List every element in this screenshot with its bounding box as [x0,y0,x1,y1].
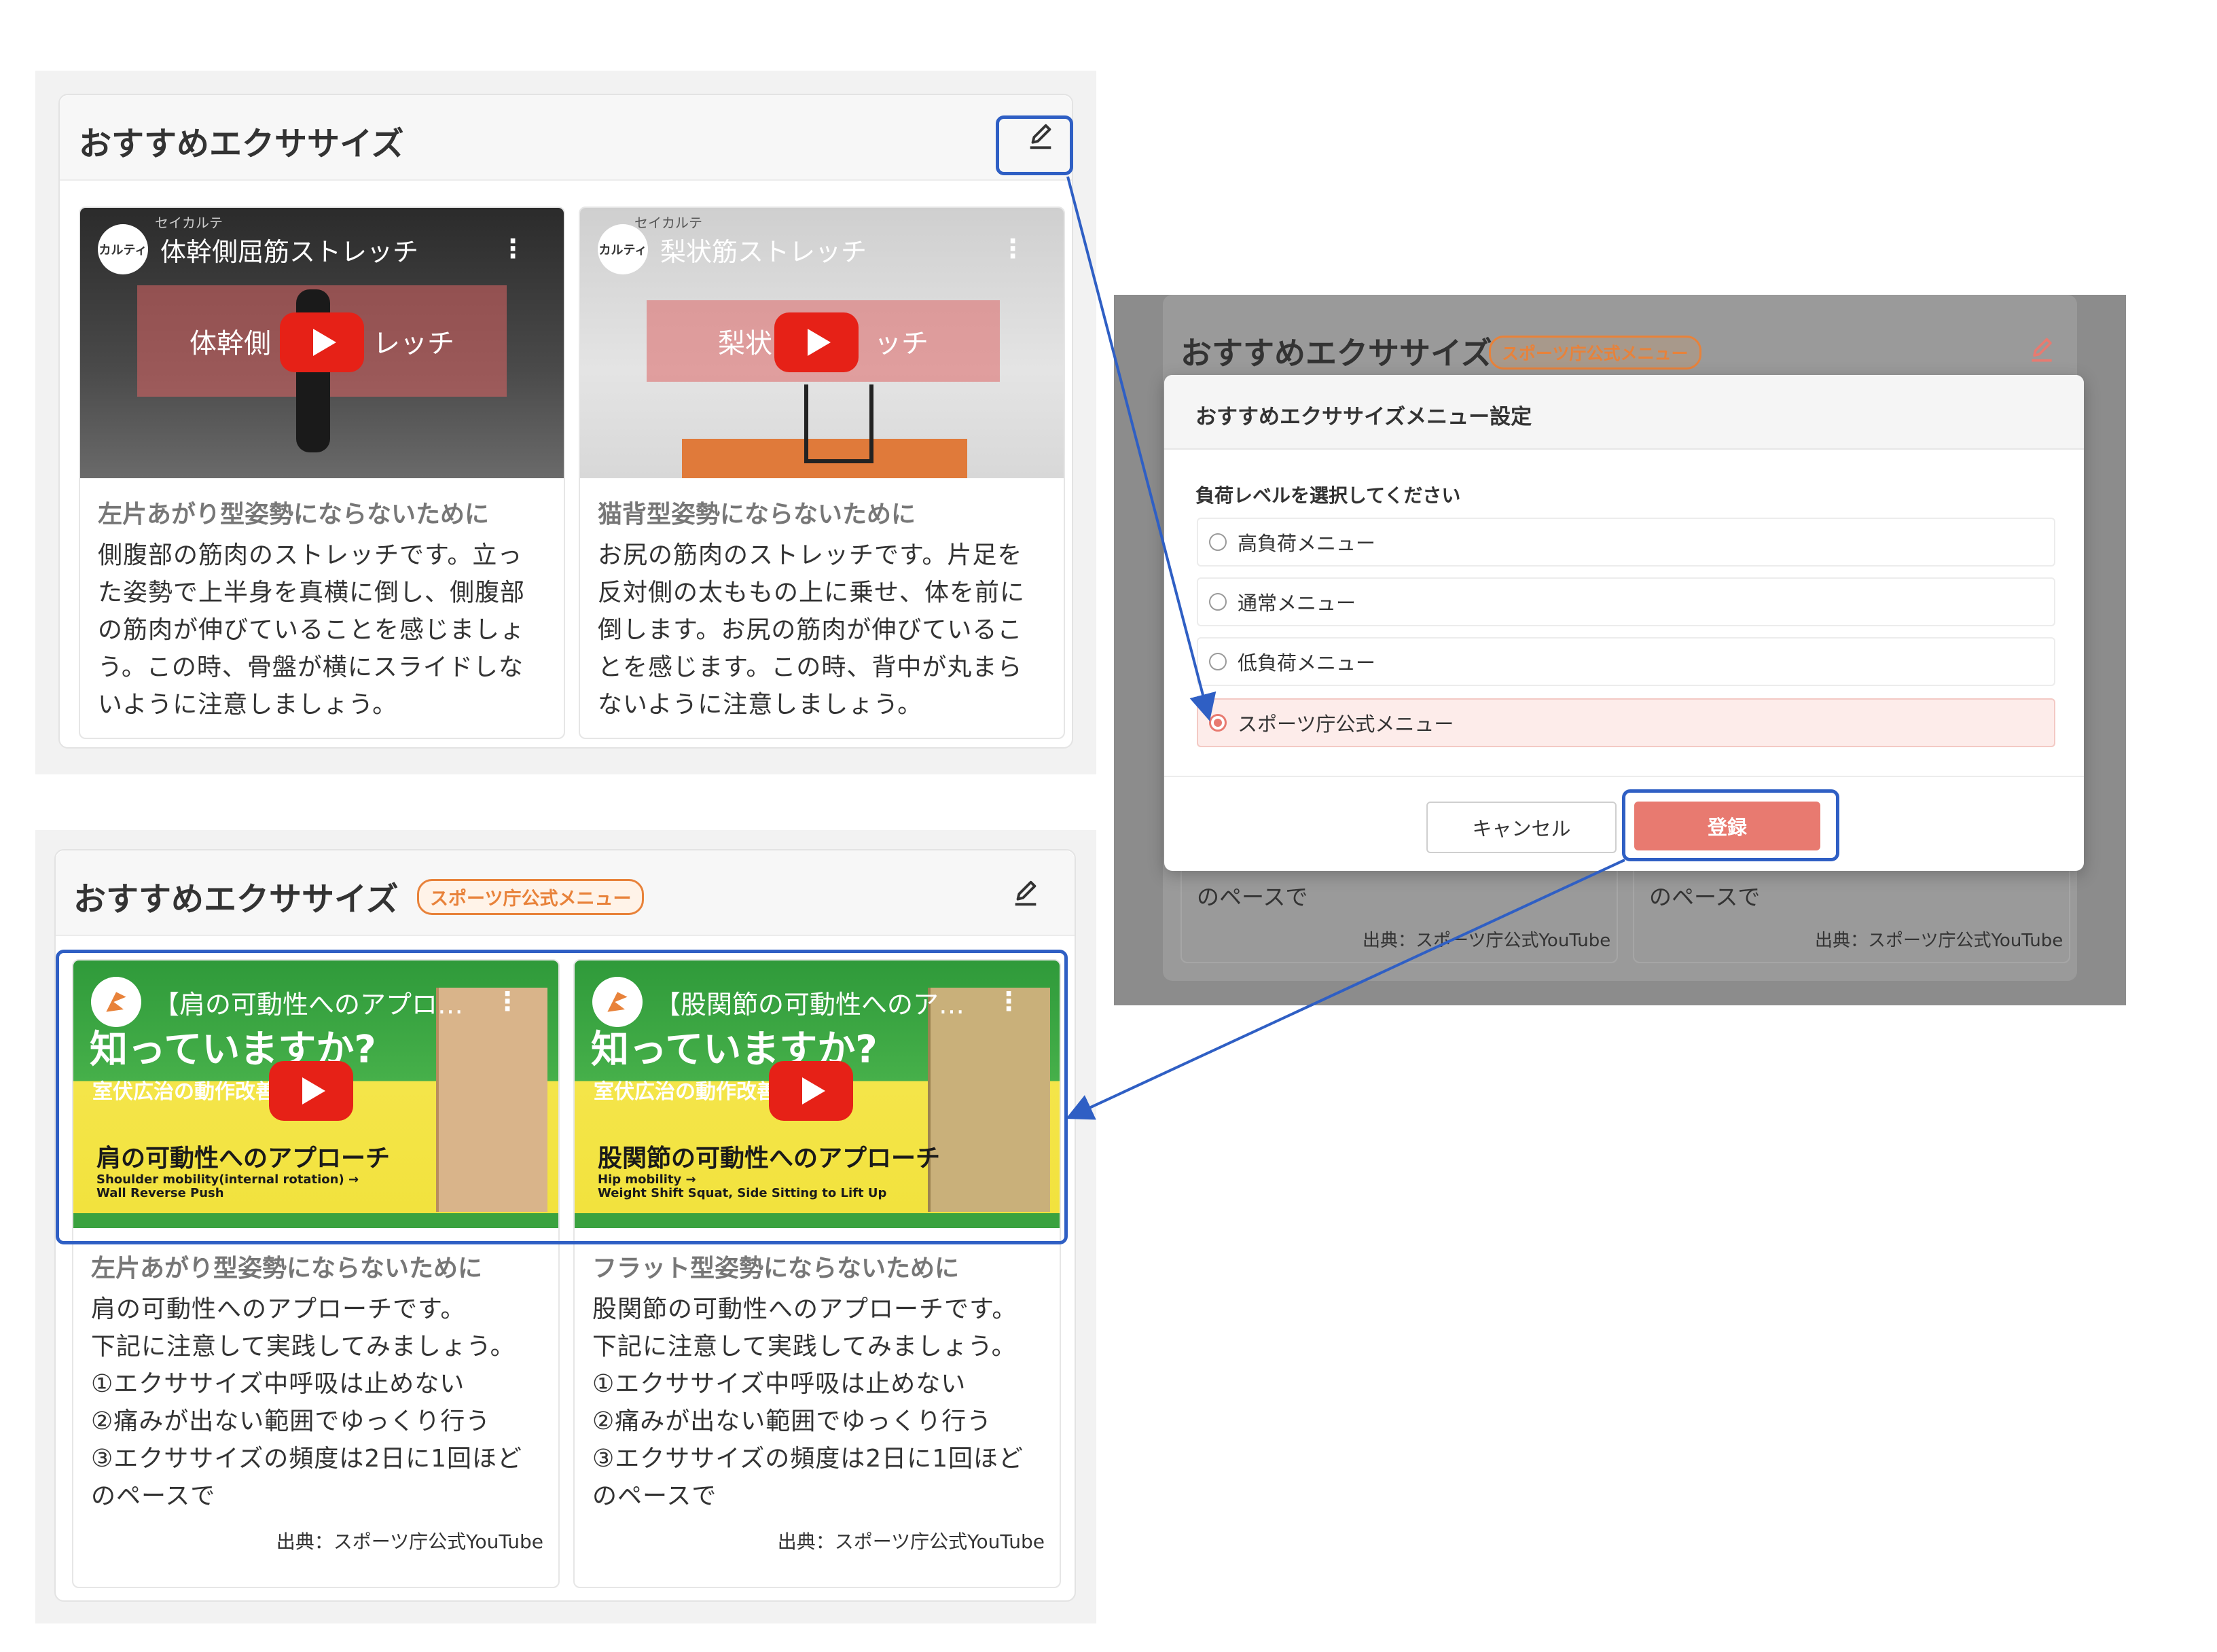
arrow-submit-to-videos [1066,859,1625,1120]
arrow-edit-to-option [1066,176,1216,721]
flow-arrows [1066,176,1625,1120]
